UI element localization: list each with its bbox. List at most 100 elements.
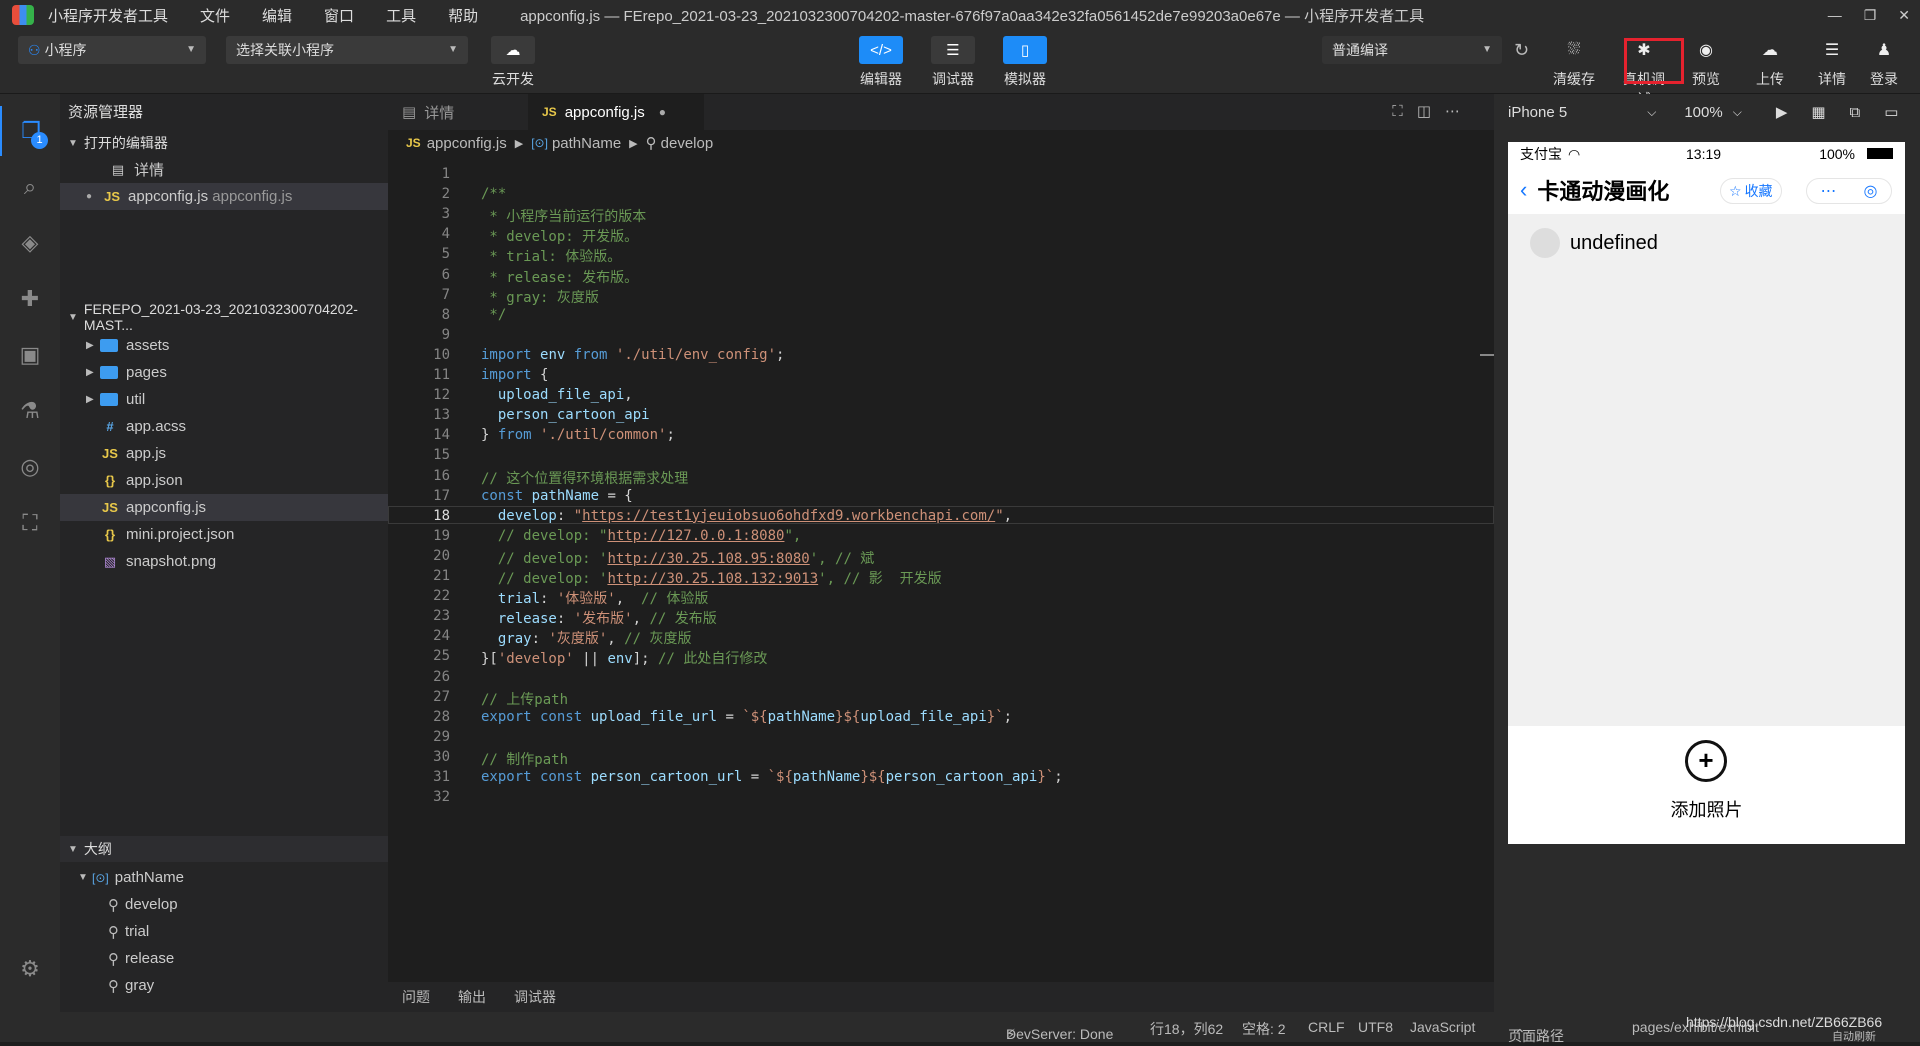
open-editor-item[interactable]: ▤ 详情 (60, 156, 388, 183)
grid-icon[interactable]: ▦ (1811, 103, 1825, 121)
breadcrumb-item[interactable]: develop (661, 135, 714, 152)
more-icon[interactable]: ⋯ (1821, 181, 1837, 201)
unsaved-dot-icon[interactable]: ● (659, 105, 666, 119)
language-mode[interactable]: JavaScript (1410, 1019, 1475, 1035)
zoom-select[interactable]: 100% (1684, 104, 1722, 121)
code-line[interactable]: */ (481, 307, 506, 323)
compile-mode-select[interactable]: 普通编译 ▼ (1322, 36, 1502, 64)
code-line[interactable]: * gray: 灰度版 (481, 287, 598, 307)
code-line[interactable]: // develop: "http://127.0.0.1:8080", (481, 528, 801, 544)
code-line[interactable]: // 制作path (481, 749, 568, 769)
menu-file[interactable]: 文件 (200, 5, 230, 26)
favorite-button[interactable]: ☆ 收藏 (1720, 178, 1782, 204)
code-line[interactable]: } from './util/common'; (481, 427, 675, 443)
refresh-icon[interactable]: ↻ (1514, 40, 1529, 61)
code-line[interactable]: trial: '体验版', // 体验版 (481, 588, 708, 608)
chevron-down-icon[interactable]: ⌵ (1733, 105, 1742, 120)
tab-output[interactable]: 输出 (458, 987, 486, 1007)
line-ending[interactable]: CRLF (1308, 1019, 1345, 1035)
code-line[interactable]: // develop: 'http://30.25.108.132:9013',… (481, 568, 942, 588)
tree-file[interactable]: JS appconfig.js (60, 494, 388, 521)
tab-problems[interactable]: 问题 (402, 987, 430, 1007)
outline-item[interactable]: ▼ [⊙] pathName (60, 864, 388, 891)
split-editor-icon[interactable]: ◫ (1417, 103, 1445, 120)
open-editor-item[interactable]: ● JS appconfig.js appconfig.js (60, 183, 388, 210)
menu-help[interactable]: 帮助 (448, 5, 478, 26)
encoding[interactable]: UTF8 (1358, 1019, 1393, 1035)
outline-item[interactable]: ⚲ trial (60, 918, 388, 945)
fullscreen-icon[interactable]: ⛶ (1392, 103, 1417, 120)
outline-item[interactable]: ⚲ develop (60, 891, 388, 918)
tree-folder[interactable]: ▶ util (60, 386, 388, 413)
code-line[interactable]: const pathName = { (481, 488, 633, 504)
menu-tools[interactable]: 工具 (386, 5, 416, 26)
tree-file[interactable]: {} app.json (60, 467, 388, 494)
device-select[interactable]: iPhone 5 (1508, 104, 1567, 121)
tree-file[interactable]: JS app.js (60, 440, 388, 467)
cursor-position[interactable]: 行18，列62 (1150, 1019, 1223, 1039)
editor-actions[interactable]: ⛶◫⋯ (1392, 102, 1474, 120)
menu-window[interactable]: 窗口 (324, 5, 354, 26)
code-editor[interactable]: 1 2 3 4 5 6 7 8 9 10 11 12 13 14 15 16 17 18 19 20 21 22 23 24 2… (388, 156, 1494, 982)
menu-edit[interactable]: 编辑 (262, 5, 292, 26)
extensions-icon[interactable]: ✚ (0, 274, 60, 324)
tab-debugger[interactable]: 调试器 (514, 987, 556, 1007)
code-line[interactable]: // 这个位置得环境根据需求处理 (481, 468, 688, 488)
code-line[interactable]: gray: '灰度版', // 灰度版 (481, 628, 692, 648)
code-line[interactable]: // develop: 'http://30.25.108.95:8080', … (481, 548, 874, 568)
code-line[interactable]: person_cartoon_api (481, 407, 650, 423)
outline-section[interactable]: ▼ 大纲 (60, 836, 388, 862)
upload-button[interactable]: ☁ 上传 (1746, 36, 1794, 89)
preview-button[interactable]: ◉ 预览 (1682, 36, 1730, 89)
list-item[interactable]: undefined (1508, 214, 1905, 272)
code-line[interactable]: * 小程序当前运行的版本 (481, 206, 646, 226)
chevron-down-icon[interactable]: ⌵ (1647, 105, 1656, 120)
mode-select[interactable]: ⚇ 小程序 ▼ (18, 36, 206, 64)
breadcrumb-item[interactable]: pathName (552, 135, 621, 152)
more-icon[interactable]: ⋯ (1445, 103, 1474, 120)
close-circle-icon[interactable]: ◎ (1864, 181, 1878, 201)
code-line[interactable]: release: '发布版', // 发布版 (481, 608, 717, 628)
tree-folder[interactable]: ▶ assets (60, 332, 388, 359)
inspect-icon[interactable]: ⛶ (0, 498, 60, 548)
add-icon[interactable]: + (1685, 740, 1727, 782)
tree-file[interactable]: {} mini.project.json (60, 521, 388, 548)
editor-toggle-button[interactable]: </> 编辑器 (856, 36, 906, 89)
breadcrumb-item[interactable]: appconfig.js (427, 135, 507, 152)
code-line[interactable]: /** (481, 186, 506, 202)
git-icon[interactable]: ◈ (0, 218, 60, 268)
clear-cache-button[interactable]: ⛆ 清缓存 (1550, 36, 1598, 89)
simulator-toggle-button[interactable]: ▯ 模拟器 (1000, 36, 1050, 89)
support-icon[interactable]: ◎ (0, 442, 60, 492)
open-editors-section[interactable]: ▼ 打开的编辑器 (60, 130, 388, 156)
tree-file[interactable]: ▧ snapshot.png (60, 548, 388, 575)
tree-file[interactable]: # app.acss (60, 413, 388, 440)
test-flask-icon[interactable]: ⚗ (0, 386, 60, 436)
tree-folder[interactable]: ▶ pages (60, 359, 388, 386)
code-line[interactable]: import env from './util/env_config'; (481, 347, 793, 363)
screenshot-icon[interactable]: ⧉ (1850, 104, 1861, 121)
code-line[interactable]: upload_file_api, (481, 387, 633, 403)
play-icon[interactable]: ▶ (1776, 103, 1788, 121)
code-line[interactable]: export const person_cartoon_url = `${pat… (481, 769, 1063, 785)
back-icon[interactable]: ‹ (1520, 177, 1527, 203)
outline-item[interactable]: ⚲ gray (60, 972, 388, 999)
gear-icon[interactable]: ⚙ (0, 944, 60, 994)
project-section[interactable]: ▼ FEREPO_2021-03-23_2021032300704202-MAST… (60, 301, 388, 333)
tab-details[interactable]: ▤ 详情 (388, 94, 468, 130)
window-icon[interactable]: ▭ (1884, 103, 1898, 121)
login-button[interactable]: ♟ 登录 (1860, 36, 1908, 89)
maximize-button[interactable]: ❐ (1864, 7, 1877, 24)
tab-appconfig[interactable]: JS appconfig.js ● (528, 94, 704, 130)
code-line[interactable]: }['develop' || env]; // 此处自行修改 (481, 648, 767, 668)
link-miniapp-select[interactable]: 选择关联小程序 ▼ (226, 36, 468, 64)
minimize-button[interactable]: — (1828, 7, 1842, 23)
code-line[interactable]: * release: 发布版。 (481, 267, 638, 287)
code-line[interactable]: import { (481, 367, 548, 383)
menu-app[interactable]: 小程序开发者工具 (48, 5, 168, 26)
code-line[interactable]: export const upload_file_url = `${pathNa… (481, 709, 1012, 725)
indentation[interactable]: 空格: 2 (1242, 1019, 1286, 1039)
cloud-dev-button[interactable]: ☁ 云开发 (488, 36, 538, 89)
explorer-icon[interactable]: ❐ (0, 106, 60, 156)
code-line[interactable]: * trial: 体验版。 (481, 246, 621, 266)
